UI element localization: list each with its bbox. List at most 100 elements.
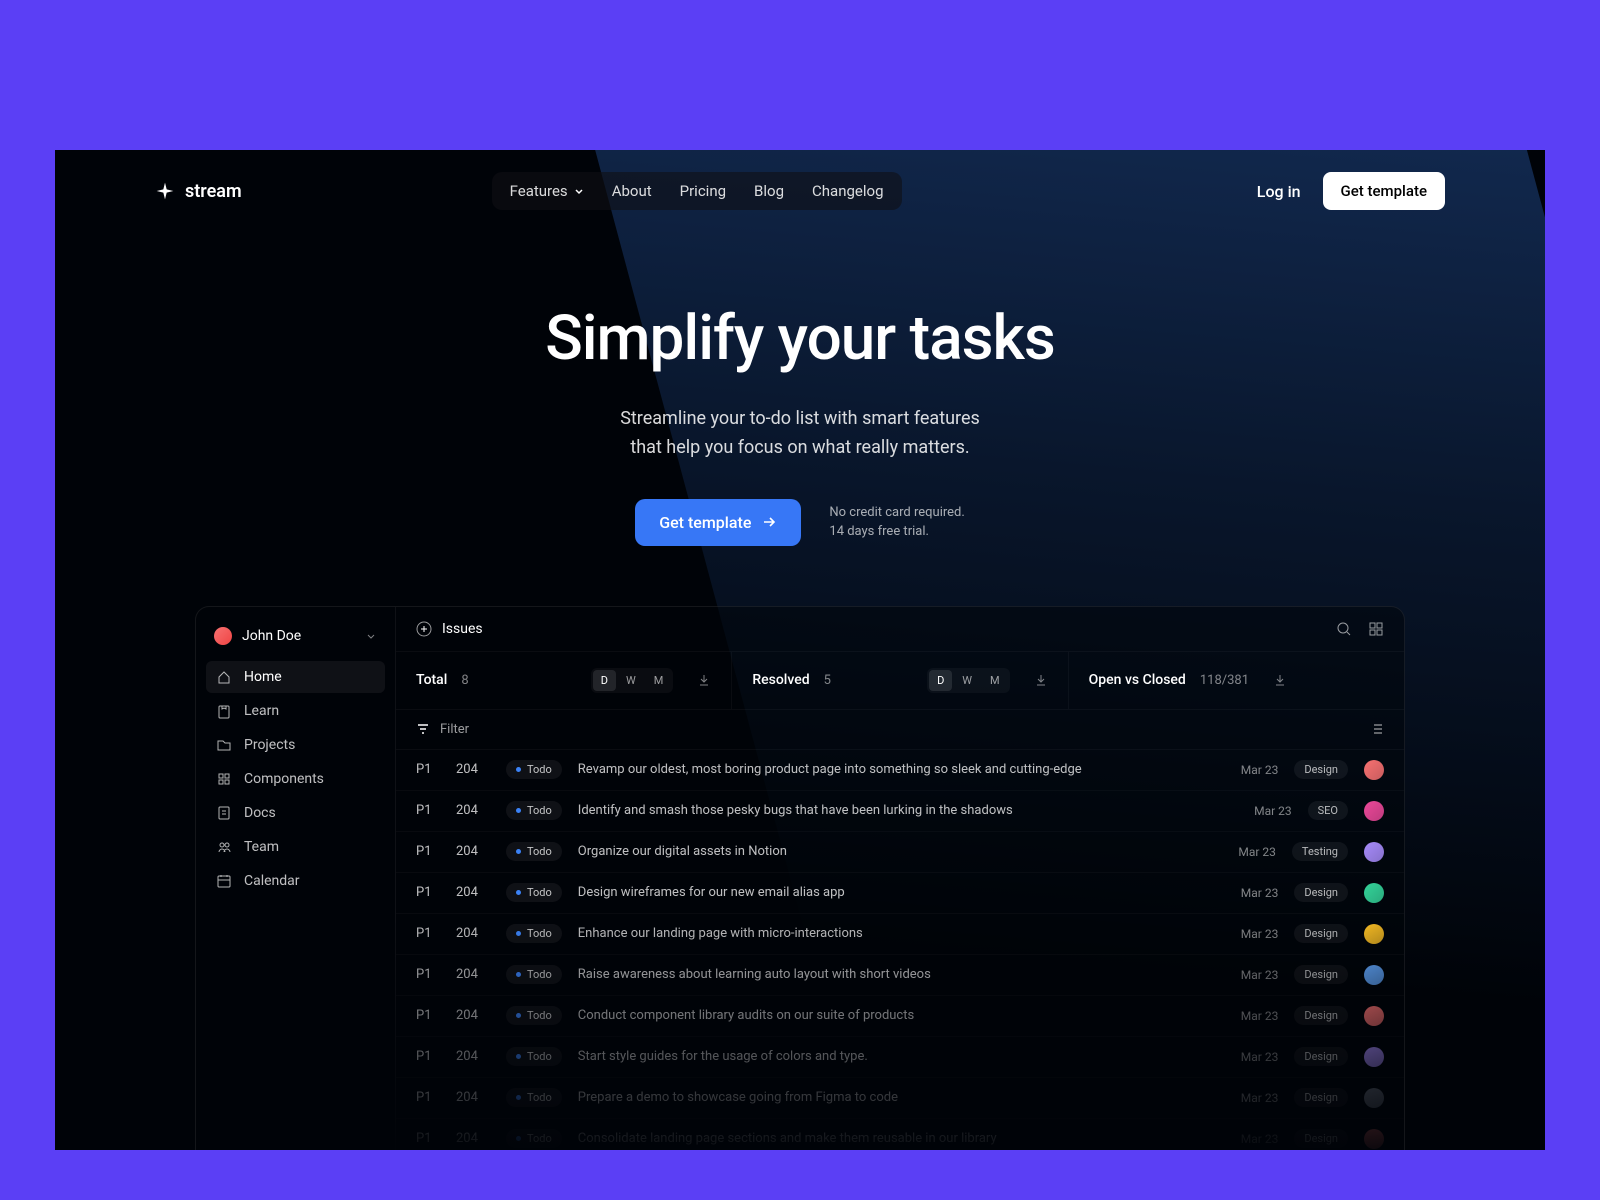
sidebar-item-label: Projects [244,737,295,753]
issue-row[interactable]: P1204TodoRevamp our oldest, most boring … [396,750,1404,791]
priority: P1 [416,1131,440,1146]
issue-title: Identify and smash those pesky bugs that… [578,803,1238,818]
components-icon [216,771,232,787]
issue-id: 204 [456,803,490,818]
get-template-button[interactable]: Get template [1323,172,1445,210]
issue-date: Mar 23 [1241,1091,1279,1105]
status-pill: Todo [506,1006,562,1025]
sidebar-item-components[interactable]: Components [206,763,385,795]
sidebar-item-label: Home [244,669,282,685]
issue-tag: Design [1294,883,1348,902]
priority: P1 [416,844,440,859]
issue-id: 204 [456,885,490,900]
time-segment[interactable]: DWM [927,668,1010,693]
sidebar-item-projects[interactable]: Projects [206,729,385,761]
assignee-avatar [1364,1047,1384,1067]
stat-value: 118/381 [1200,673,1249,688]
sidebar-item-label: Calendar [244,873,300,889]
priority: P1 [416,1008,440,1023]
home-icon [216,669,232,685]
nav-changelog[interactable]: Changelog [812,182,883,200]
user-switcher[interactable]: John Doe [206,621,385,651]
download-icon[interactable] [697,673,711,687]
content-header: Issues [396,607,1404,652]
arrow-right-icon [761,514,777,530]
grid-icon[interactable] [1368,621,1384,637]
sidebar-item-home[interactable]: Home [206,661,385,693]
status-pill: Todo [506,801,562,820]
stat-value: 5 [824,673,831,688]
time-segment[interactable]: DWM [591,668,674,693]
status-pill: Todo [506,924,562,943]
issue-id: 204 [456,844,490,859]
issue-row[interactable]: P1204TodoIdentify and smash those pesky … [396,791,1404,832]
nav-menu: Features About Pricing Blog Changelog [492,172,902,210]
issue-title: Organize our digital assets in Notion [578,844,1223,859]
app-preview: John Doe Home Learn Projects Components Docs… [195,606,1405,1150]
sidebar-item-label: Docs [244,805,276,821]
issue-tag: Design [1294,1088,1348,1107]
hero-title: Simplify your tasks [55,302,1545,375]
issue-row[interactable]: P1204TodoEnhance our landing page with m… [396,914,1404,955]
sidebar-item-learn[interactable]: Learn [206,695,385,727]
issue-title: Prepare a demo to showcase going from Fi… [578,1090,1225,1105]
nav-features[interactable]: Features [510,182,584,200]
issue-tag: Design [1294,1129,1348,1148]
issue-date: Mar 23 [1241,763,1279,777]
issue-row[interactable]: P1 204 Todo Organize our digital assets in … [396,832,1404,873]
sidebar-item-calendar[interactable]: Calendar [206,865,385,897]
sidebar-item-docs[interactable]: Docs [206,797,385,829]
assignee-avatar [1364,801,1384,821]
issue-row[interactable]: P1204TodoStart style guides for the usag… [396,1037,1404,1078]
issue-tag: Design [1294,965,1348,984]
stat-label: Total [416,672,447,688]
filter-row: Filter [396,710,1404,750]
issue-date: Mar 23 [1241,968,1279,982]
issue-row[interactable]: P1204TodoConduct component library audit… [396,996,1404,1037]
nav-about[interactable]: About [612,182,652,200]
sidebar-item-team[interactable]: Team [206,831,385,863]
download-icon[interactable] [1034,673,1048,687]
sidebar: John Doe Home Learn Projects Components Docs… [196,607,396,1150]
issue-date: Mar 23 [1241,1132,1279,1146]
issue-row[interactable]: P1204TodoConsolidate landing page sectio… [396,1119,1404,1150]
issue-id: 204 [456,967,490,982]
filter-icon[interactable] [416,722,430,736]
login-link[interactable]: Log in [1257,182,1301,201]
status-pill: Todo [506,760,562,779]
status-pill: Todo [506,1047,562,1066]
issue-row[interactable]: P1204TodoDesign wireframes for our new e… [396,873,1404,914]
content-title: Issues [442,621,483,637]
content: Issues Total8DWMResolved5DWMOpen vs Clos… [396,607,1404,1150]
search-icon[interactable] [1336,621,1352,637]
priority: P1 [416,1090,440,1105]
stat-open-vs-closed: Open vs Closed 118/381 [1069,652,1404,709]
issue-row[interactable]: P1204TodoRaise awareness about learning … [396,955,1404,996]
stat-label: Open vs Closed [1089,672,1186,688]
list-icon[interactable] [1370,722,1384,736]
hero-cta-button[interactable]: Get template [635,499,801,546]
issue-date: Mar 23 [1254,804,1292,818]
download-icon[interactable] [1273,673,1287,687]
status-pill: Todo [506,842,562,861]
issue-row[interactable]: P1204TodoPrepare a demo to showcase goin… [396,1078,1404,1119]
assignee-avatar [1364,1088,1384,1108]
hero-note: No credit card required. 14 days free tr… [829,503,964,542]
projects-icon [216,737,232,753]
status-pill: Todo [506,883,562,902]
nav-blog[interactable]: Blog [754,182,784,200]
docs-icon [216,805,232,821]
issue-list: P1204TodoRevamp our oldest, most boring … [396,750,1404,1150]
assignee-avatar [1364,1129,1384,1149]
sidebar-item-label: Learn [244,703,279,719]
issue-date: Mar 23 [1238,845,1276,859]
brand-logo[interactable]: stream [155,181,242,202]
issue-id: 204 [456,1090,490,1105]
issue-id: 204 [456,1008,490,1023]
issue-tag: Design [1294,1006,1348,1025]
assignee-avatar [1364,965,1384,985]
issue-title: Enhance our landing page with micro-inte… [578,926,1225,941]
filter-label[interactable]: Filter [440,722,469,737]
nav-pricing[interactable]: Pricing [680,182,726,200]
plus-circle-icon[interactable] [416,621,432,637]
